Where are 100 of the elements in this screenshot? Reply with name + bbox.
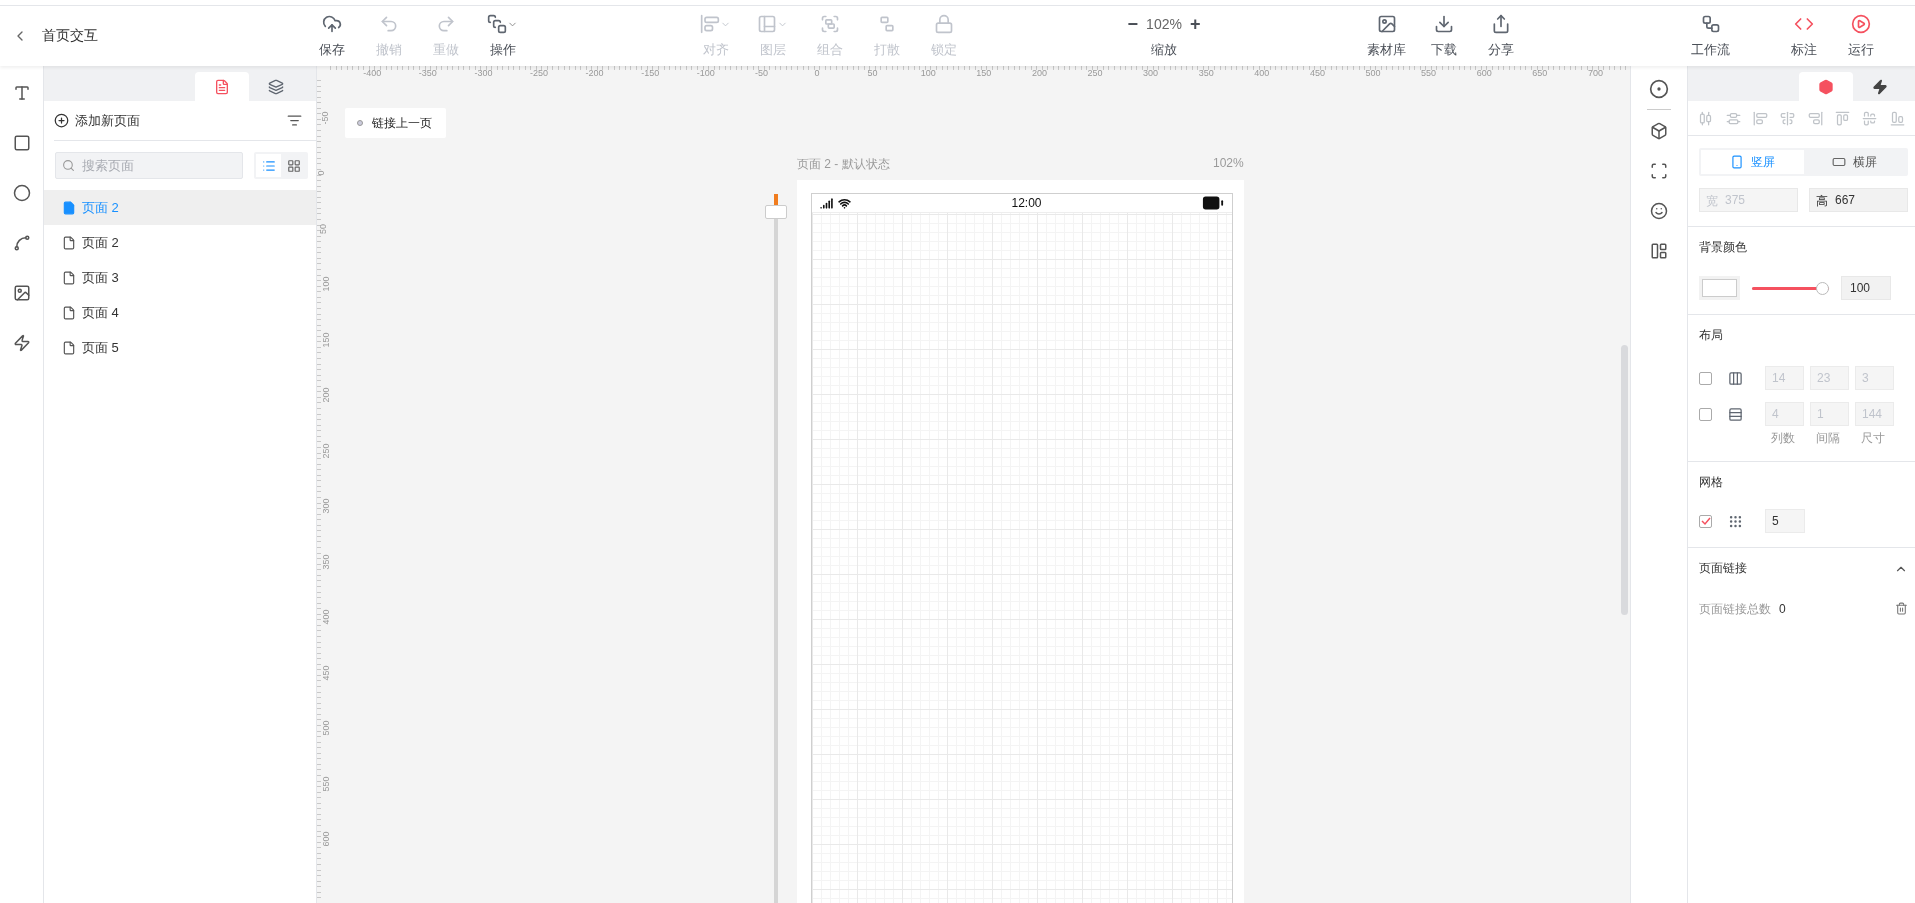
sort-button[interactable]	[287, 113, 302, 128]
section-title: 背景颜色	[1699, 239, 1748, 256]
zoom-in-button[interactable]: +	[1189, 13, 1201, 35]
align-middle-icon	[1862, 110, 1878, 126]
align-button[interactable]	[1889, 110, 1905, 126]
toolbar-button[interactable]: 分享	[1472, 6, 1529, 66]
tool-button[interactable]	[12, 184, 31, 202]
orientation-toggle[interactable]: 横屏	[1803, 150, 1906, 174]
ruler-label: 0	[315, 170, 326, 176]
side-button[interactable]	[1650, 122, 1668, 140]
tool-button[interactable]	[12, 134, 31, 152]
cube-icon	[1650, 122, 1668, 140]
side-button[interactable]	[1649, 79, 1669, 99]
text-tool-icon	[12, 84, 31, 102]
page-item[interactable]: 页面 3	[44, 260, 316, 295]
toolbar-button[interactable]: 操作	[474, 6, 531, 66]
page-icon	[62, 200, 76, 215]
align-button[interactable]	[1835, 110, 1851, 126]
page-icon	[62, 340, 76, 355]
scrollbar[interactable]	[1621, 345, 1628, 615]
align-button[interactable]	[1862, 110, 1878, 126]
checkbox[interactable]	[1699, 407, 1712, 421]
tool-button[interactable]	[12, 334, 31, 352]
rectangle-icon	[1832, 155, 1847, 169]
tool-button[interactable]	[12, 284, 31, 302]
group-icon	[819, 14, 840, 34]
ruler-label: 550	[1421, 68, 1437, 78]
add-page-button[interactable]: 添加新页面	[54, 111, 140, 130]
status-time: 12:00	[1011, 196, 1042, 210]
back-button[interactable]: 首页交互	[0, 6, 300, 66]
plus-circle-icon	[54, 113, 69, 128]
align-right-icon	[1807, 110, 1823, 126]
align-button[interactable]	[1698, 110, 1714, 126]
page-item[interactable]: 页面 4	[44, 295, 316, 330]
align-button[interactable]	[1780, 110, 1796, 126]
align-button[interactable]	[1752, 110, 1768, 126]
ruler-label: -200	[585, 68, 604, 78]
ruler-label: 600	[320, 831, 331, 847]
stack-icon	[487, 14, 507, 34]
zoom-out-button[interactable]: −	[1127, 13, 1139, 35]
toolbar-button[interactable]: 素材库	[1358, 6, 1415, 66]
view-mode-button[interactable]	[256, 154, 281, 177]
toolbar-button[interactable]: 下载	[1415, 6, 1472, 66]
ruler-label: -300	[474, 68, 493, 78]
checkbox[interactable]	[1699, 514, 1712, 528]
ruler-label: -250	[530, 68, 548, 78]
align-button[interactable]	[1807, 110, 1823, 126]
page-item[interactable]: 页面 2	[44, 225, 316, 260]
lock-icon	[933, 14, 954, 34]
ruler-label: 500	[1365, 68, 1381, 78]
side-button[interactable]	[1650, 202, 1668, 220]
ruler-label: -50	[319, 111, 330, 124]
toolbar-button[interactable]: 运行	[1832, 6, 1889, 66]
wifi-icon	[838, 196, 851, 210]
link-previous-button[interactable]: 链接上一页	[345, 108, 446, 138]
tool-button[interactable]	[12, 84, 31, 102]
section-title: 页面链接	[1699, 560, 1747, 577]
sort-icon	[287, 113, 302, 128]
cloud-upload-icon	[321, 14, 342, 34]
ruler-label: 150	[320, 332, 331, 347]
ruler-label: 350	[1198, 68, 1214, 78]
align-left-icon	[1752, 110, 1768, 126]
signal-icon	[820, 196, 833, 210]
search-field[interactable]: 搜索页面	[55, 152, 243, 179]
dots-icon	[1728, 513, 1743, 529]
trash-icon	[1895, 602, 1908, 615]
ruler-label: -350	[418, 68, 437, 78]
side-button[interactable]	[1650, 242, 1668, 260]
image-icon	[1376, 14, 1397, 34]
line-icon	[12, 234, 31, 252]
toolbar-button[interactable]: 工作流	[1682, 6, 1739, 66]
grid-size-field[interactable]: 5	[1765, 509, 1805, 533]
search-icon	[62, 159, 75, 172]
delete-button[interactable]	[1895, 602, 1908, 615]
link-count: 0	[1779, 602, 1786, 616]
field-caption: 尺寸	[1859, 430, 1886, 447]
toolbar-button[interactable]: 保存	[303, 6, 360, 66]
lightning-icon	[12, 334, 31, 352]
ruler-label: -150	[641, 68, 660, 78]
layer-icon	[757, 14, 777, 34]
ruler-label: 650	[1532, 68, 1548, 78]
phone-icon	[1729, 155, 1744, 169]
smiley-icon	[1650, 202, 1668, 220]
page-item[interactable]: 页面 5	[44, 330, 316, 365]
columns-icon	[1728, 370, 1743, 386]
ruler-label: 400	[320, 609, 331, 625]
play-icon	[1850, 14, 1871, 34]
tool-button[interactable]	[12, 234, 31, 252]
align-left-icon	[700, 14, 720, 34]
ruler-label: 50	[318, 223, 328, 234]
toolbar-button[interactable]: 标注	[1775, 6, 1832, 66]
section-title: 网格	[1699, 474, 1724, 491]
checkbox[interactable]	[1699, 371, 1712, 385]
field-prefix: 高	[1816, 193, 1828, 210]
side-button[interactable]	[1650, 162, 1668, 180]
ruler-label: 550	[320, 776, 331, 791]
opacity-field[interactable]: 100	[1841, 276, 1891, 300]
distribute-icon	[1725, 110, 1741, 126]
align-button[interactable]	[1725, 110, 1741, 126]
color-swatch[interactable]	[1699, 276, 1740, 300]
